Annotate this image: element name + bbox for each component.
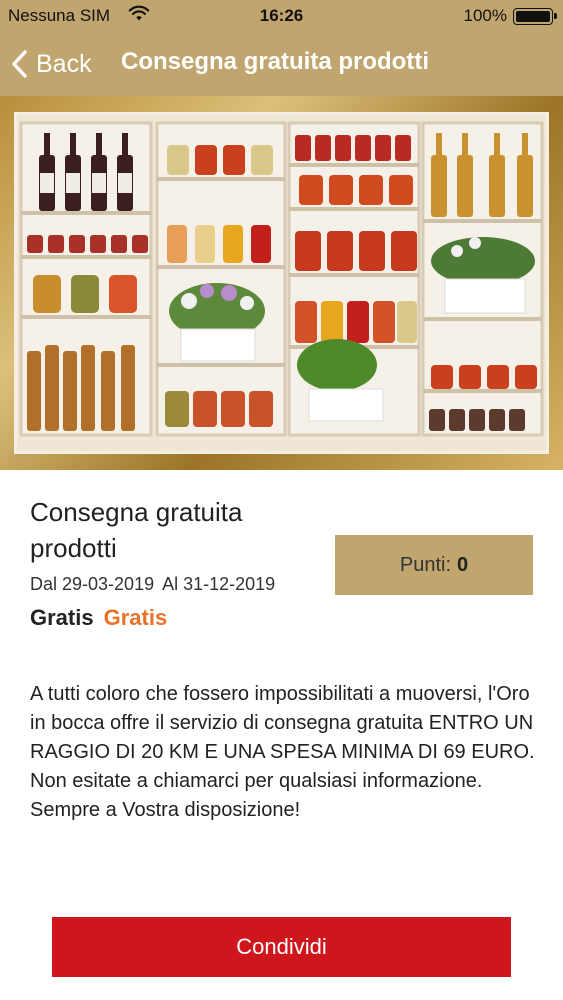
offer-description: A tutti coloro che fossero impossibilita… [30, 683, 535, 821]
offer-price: Gratis Gratis [30, 605, 330, 631]
offer-dates: Dal 29-03-2019 Al 31-12-2019 [30, 574, 330, 595]
shelf-photo [14, 112, 549, 454]
battery-percentage: 100% [463, 6, 507, 25]
offer-title: Consegna gratuita prodotti [30, 497, 243, 563]
price-original: Gratis [30, 605, 94, 630]
page-title: Consegna gratuita prodotti [121, 48, 429, 75]
battery-full-icon [513, 8, 557, 25]
offer-info: Consegna gratuita prodotti Dal 29-03-201… [30, 494, 330, 631]
product-shelf-image [0, 96, 563, 470]
shelf-illustration [19, 121, 544, 437]
chevron-left-icon [12, 50, 27, 78]
date-from: Dal 29-03-2019 [30, 574, 155, 594]
price-current: Gratis [103, 605, 168, 630]
navigation-bar: Back Consegna gratuita prodotti [0, 32, 563, 96]
share-button[interactable]: Condividi [52, 917, 511, 977]
status-bar: Nessuna SIM 16:26 100% [0, 0, 563, 32]
share-button-label: Condividi [236, 934, 327, 959]
date-to: Al 31-12-2019 [162, 574, 276, 594]
points-badge: Punti: 0 [335, 535, 533, 595]
points-value: 0 [457, 553, 469, 576]
back-label: Back [36, 49, 92, 78]
points-label: Punti: [399, 553, 452, 576]
back-button[interactable]: Back [10, 46, 92, 82]
